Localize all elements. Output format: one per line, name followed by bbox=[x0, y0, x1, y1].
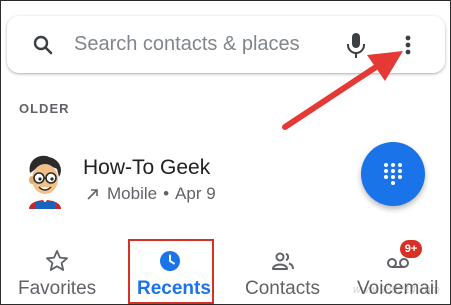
search-icon[interactable] bbox=[31, 33, 55, 57]
people-icon bbox=[272, 252, 294, 270]
annotation-arrow bbox=[282, 51, 403, 130]
dialpad-icon bbox=[384, 163, 402, 185]
call-type: Mobile bbox=[107, 184, 158, 203]
avatar[interactable] bbox=[21, 151, 69, 209]
voicemail-badge: 9+ bbox=[400, 240, 422, 258]
recents-highlight-box bbox=[128, 239, 214, 304]
meta-separator: • bbox=[163, 184, 170, 203]
outgoing-call-icon bbox=[87, 189, 98, 200]
section-header-older: OLDER bbox=[19, 101, 70, 116]
tab-contacts[interactable]: Contacts bbox=[229, 234, 339, 304]
tab-contacts-label: Contacts bbox=[245, 278, 320, 299]
search-input[interactable]: Search contacts & places bbox=[74, 33, 300, 56]
watermark: www.989214.com bbox=[353, 284, 440, 296]
contact-name[interactable]: How-To Geek bbox=[83, 156, 210, 180]
dialpad-button[interactable] bbox=[361, 142, 425, 206]
star-icon bbox=[46, 250, 68, 271]
phone-app-screen: Search contacts & places OLDER How-To Ge… bbox=[0, 0, 451, 305]
tab-favorites[interactable]: Favorites bbox=[1, 234, 113, 304]
call-details: Mobile • Apr 9 bbox=[85, 184, 216, 204]
call-date: Apr 9 bbox=[175, 184, 216, 203]
tab-favorites-label: Favorites bbox=[18, 278, 97, 299]
